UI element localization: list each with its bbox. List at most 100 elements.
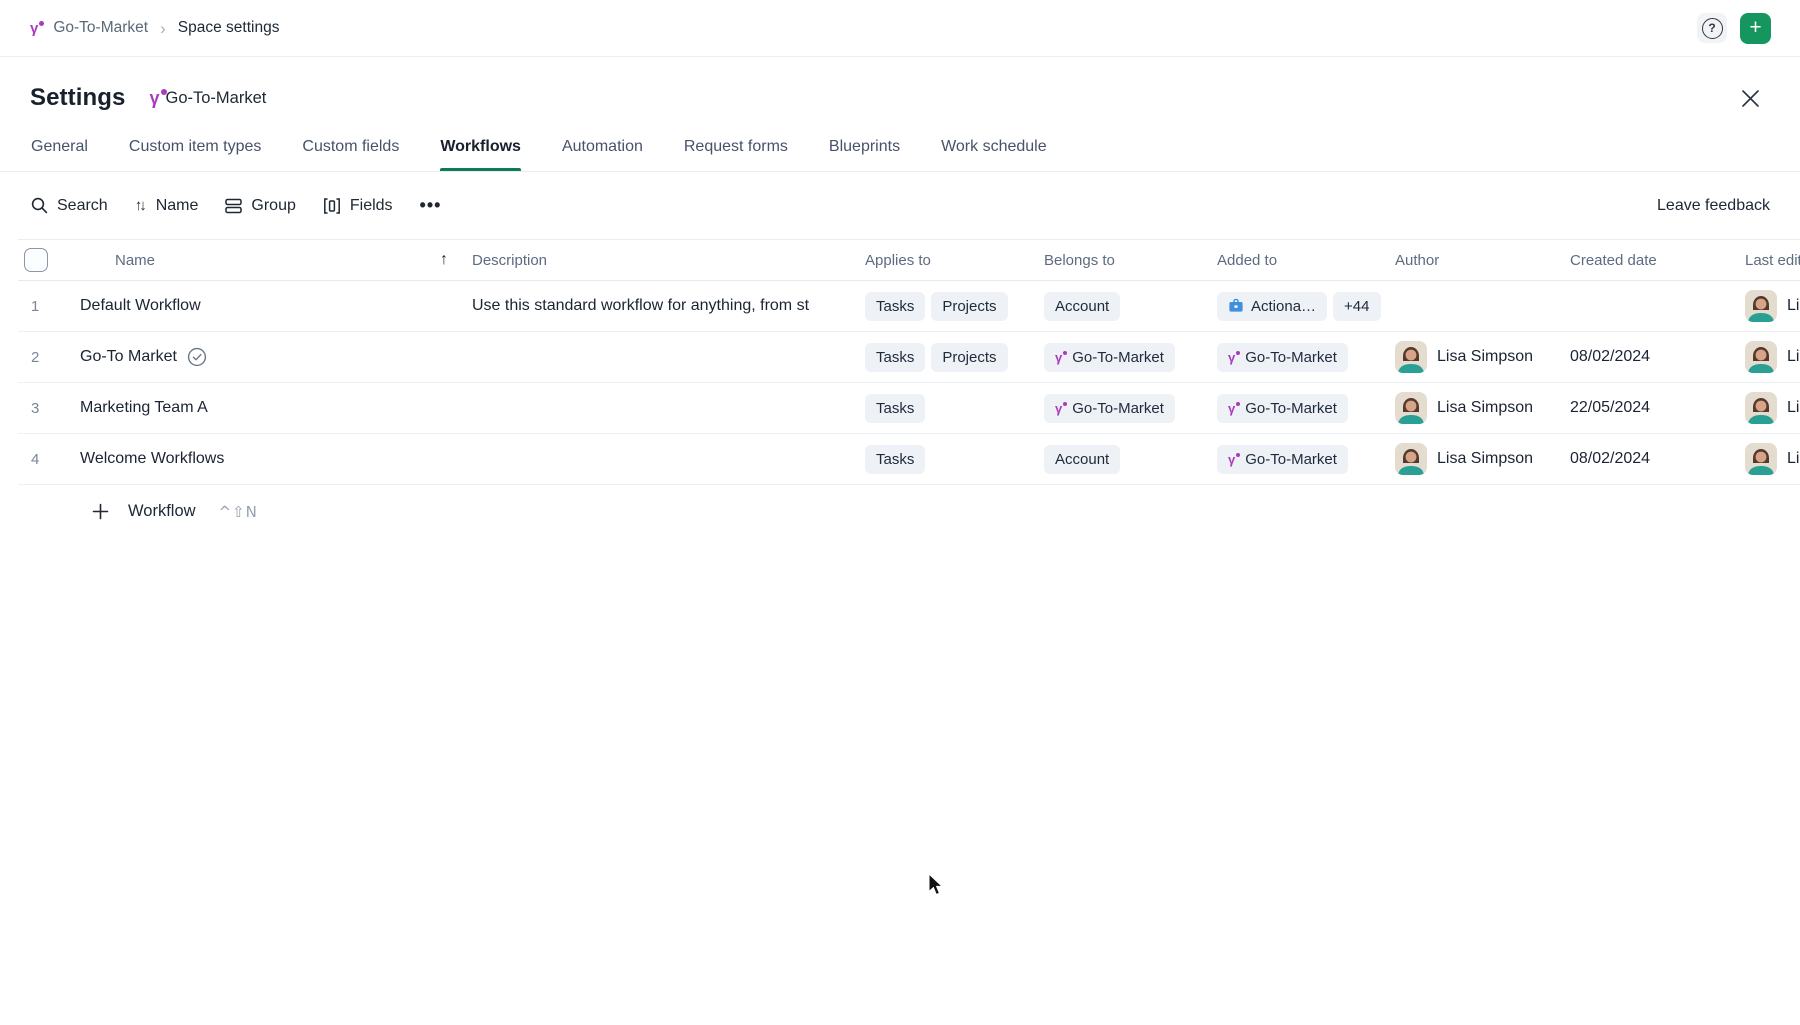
added-to-chip: γ Go-To-Market [1217,445,1348,474]
space-icon: γ [30,21,38,36]
tab-custom-fields[interactable]: Custom fields [302,129,399,171]
settings-tabs: General Custom item types Custom fields … [0,129,1800,172]
more-icon: ••• [420,195,442,216]
sort-label: Name [156,197,199,215]
added-to-overflow-chip[interactable]: +44 [1333,292,1380,321]
created-date: 08/02/2024 [1570,348,1650,366]
avatar [1745,392,1777,424]
keyboard-shortcut: ^⇧N [219,503,258,521]
breadcrumb-space-label: Go-To-Market [53,19,148,37]
column-header-belongs-to[interactable]: Belongs to [1044,252,1217,269]
add-workflow-label: Workflow [128,502,196,521]
column-header-added-to[interactable]: Added to [1217,252,1395,269]
space-icon: γ [149,89,159,107]
applies-to-chip: Projects [931,343,1007,372]
belongs-to-chip: Account [1044,292,1120,321]
added-to-chip: Actiona… [1217,292,1327,321]
sort-ascending-icon[interactable]: ↑ [440,251,448,269]
tab-custom-item-types[interactable]: Custom item types [129,129,261,171]
table-header-row: Name ↑ Description Applies to Belongs to… [18,239,1800,281]
created-date: 08/02/2024 [1570,450,1650,468]
close-icon [1741,89,1760,108]
tab-request-forms[interactable]: Request forms [684,129,788,171]
breadcrumb: γ Go-To-Market › Space settings [30,19,279,37]
more-options-button[interactable]: ••• [420,195,442,216]
tab-workflows[interactable]: Workflows [440,129,521,171]
workflow-name[interactable]: Default Workflow [78,297,201,315]
sort-arrows-icon: ↑↓ [135,197,147,214]
default-workflow-check-icon [187,347,207,367]
added-to-label: Actiona… [1251,298,1316,315]
search-button[interactable]: Search [31,197,108,215]
table-row[interactable]: 4 Welcome Workflows Tasks Account γ Go-T… [18,434,1800,485]
fields-button[interactable]: Fields [323,197,393,215]
workflows-table: Name ↑ Description Applies to Belongs to… [18,239,1800,485]
briefcase-icon [1228,298,1244,314]
space-icon: γ [1228,402,1235,415]
add-workflow-button[interactable]: Workflow ^⇧N [92,502,1800,521]
belongs-to-chip: γ Go-To-Market [1044,343,1175,372]
breadcrumb-page-label: Space settings [178,19,280,37]
belongs-to-chip: γ Go-To-Market [1044,394,1175,423]
added-to-label: Go-To-Market [1245,400,1337,417]
column-header-created-date[interactable]: Created date [1570,252,1745,269]
avatar [1395,341,1427,373]
row-number: 1 [18,298,39,315]
avatar [1395,443,1427,475]
table-row[interactable]: 3 Marketing Team A Tasks γ Go-To-Market … [18,383,1800,434]
breadcrumb-space-link[interactable]: γ Go-To-Market [30,19,148,37]
help-button[interactable]: ? [1697,13,1727,43]
column-header-applies-to[interactable]: Applies to [865,252,1044,269]
applies-to-chip: Tasks [865,394,925,423]
column-header-last-edited[interactable]: Last edited by [1745,252,1800,269]
tab-blueprints[interactable]: Blueprints [829,129,900,171]
space-icon: γ [1228,351,1235,364]
workflow-name[interactable]: Go-To Market [78,348,177,366]
chevron-right-icon: › [158,20,168,37]
applies-to-chip: Tasks [865,343,925,372]
search-label: Search [57,197,108,215]
belongs-to-label: Go-To-Market [1072,400,1164,417]
last-edited-by: Lisa Simpson [1787,348,1800,366]
avatar [1395,392,1427,424]
author-name: Lisa Simpson [1437,450,1533,468]
create-new-button[interactable]: + [1740,13,1771,44]
tab-general[interactable]: General [31,129,88,171]
column-header-author[interactable]: Author [1395,252,1570,269]
column-header-name[interactable]: Name [78,252,155,269]
column-header-description[interactable]: Description [470,252,865,269]
table-row[interactable]: 2 Go-To Market Tasks Projects γ Go-To-Ma… [18,332,1800,383]
created-date: 22/05/2024 [1570,399,1650,417]
page-title: Settings [30,84,125,112]
applies-to-chip: Tasks [865,445,925,474]
workflow-name[interactable]: Welcome Workflows [78,450,224,468]
workflow-name[interactable]: Marketing Team A [78,399,208,417]
added-to-label: Go-To-Market [1245,451,1337,468]
avatar [1745,290,1777,322]
last-edited-by: Lisa Simpson [1787,399,1800,417]
group-label: Group [251,197,295,215]
group-icon [225,198,242,214]
space-icon: γ [1055,351,1062,364]
belongs-to-chip: Account [1044,445,1120,474]
added-to-chip: γ Go-To-Market [1217,343,1348,372]
plus-icon [92,503,109,520]
space-badge: γ Go-To-Market [149,89,266,108]
leave-feedback-link[interactable]: Leave feedback [1657,197,1770,215]
added-to-chip: γ Go-To-Market [1217,394,1348,423]
help-icon: ? [1702,18,1723,39]
tab-automation[interactable]: Automation [562,129,643,171]
space-icon: γ [1055,402,1062,415]
row-number: 4 [18,451,39,468]
table-toolbar: Search ↑↓ Name Group Fields ••• Leave fe… [0,172,1800,239]
added-to-label: Go-To-Market [1245,349,1337,366]
group-button[interactable]: Group [225,197,295,215]
tab-work-schedule[interactable]: Work schedule [941,129,1047,171]
row-number: 3 [18,400,39,417]
table-row[interactable]: 1 Default Workflow Use this standard wor… [18,281,1800,332]
sort-button[interactable]: ↑↓ Name [135,197,199,215]
workflow-description: Use this standard workflow for anything,… [470,297,865,315]
select-all-checkbox[interactable] [24,248,48,272]
top-bar: γ Go-To-Market › Space settings ? + [0,0,1800,57]
close-button[interactable] [1736,84,1764,112]
